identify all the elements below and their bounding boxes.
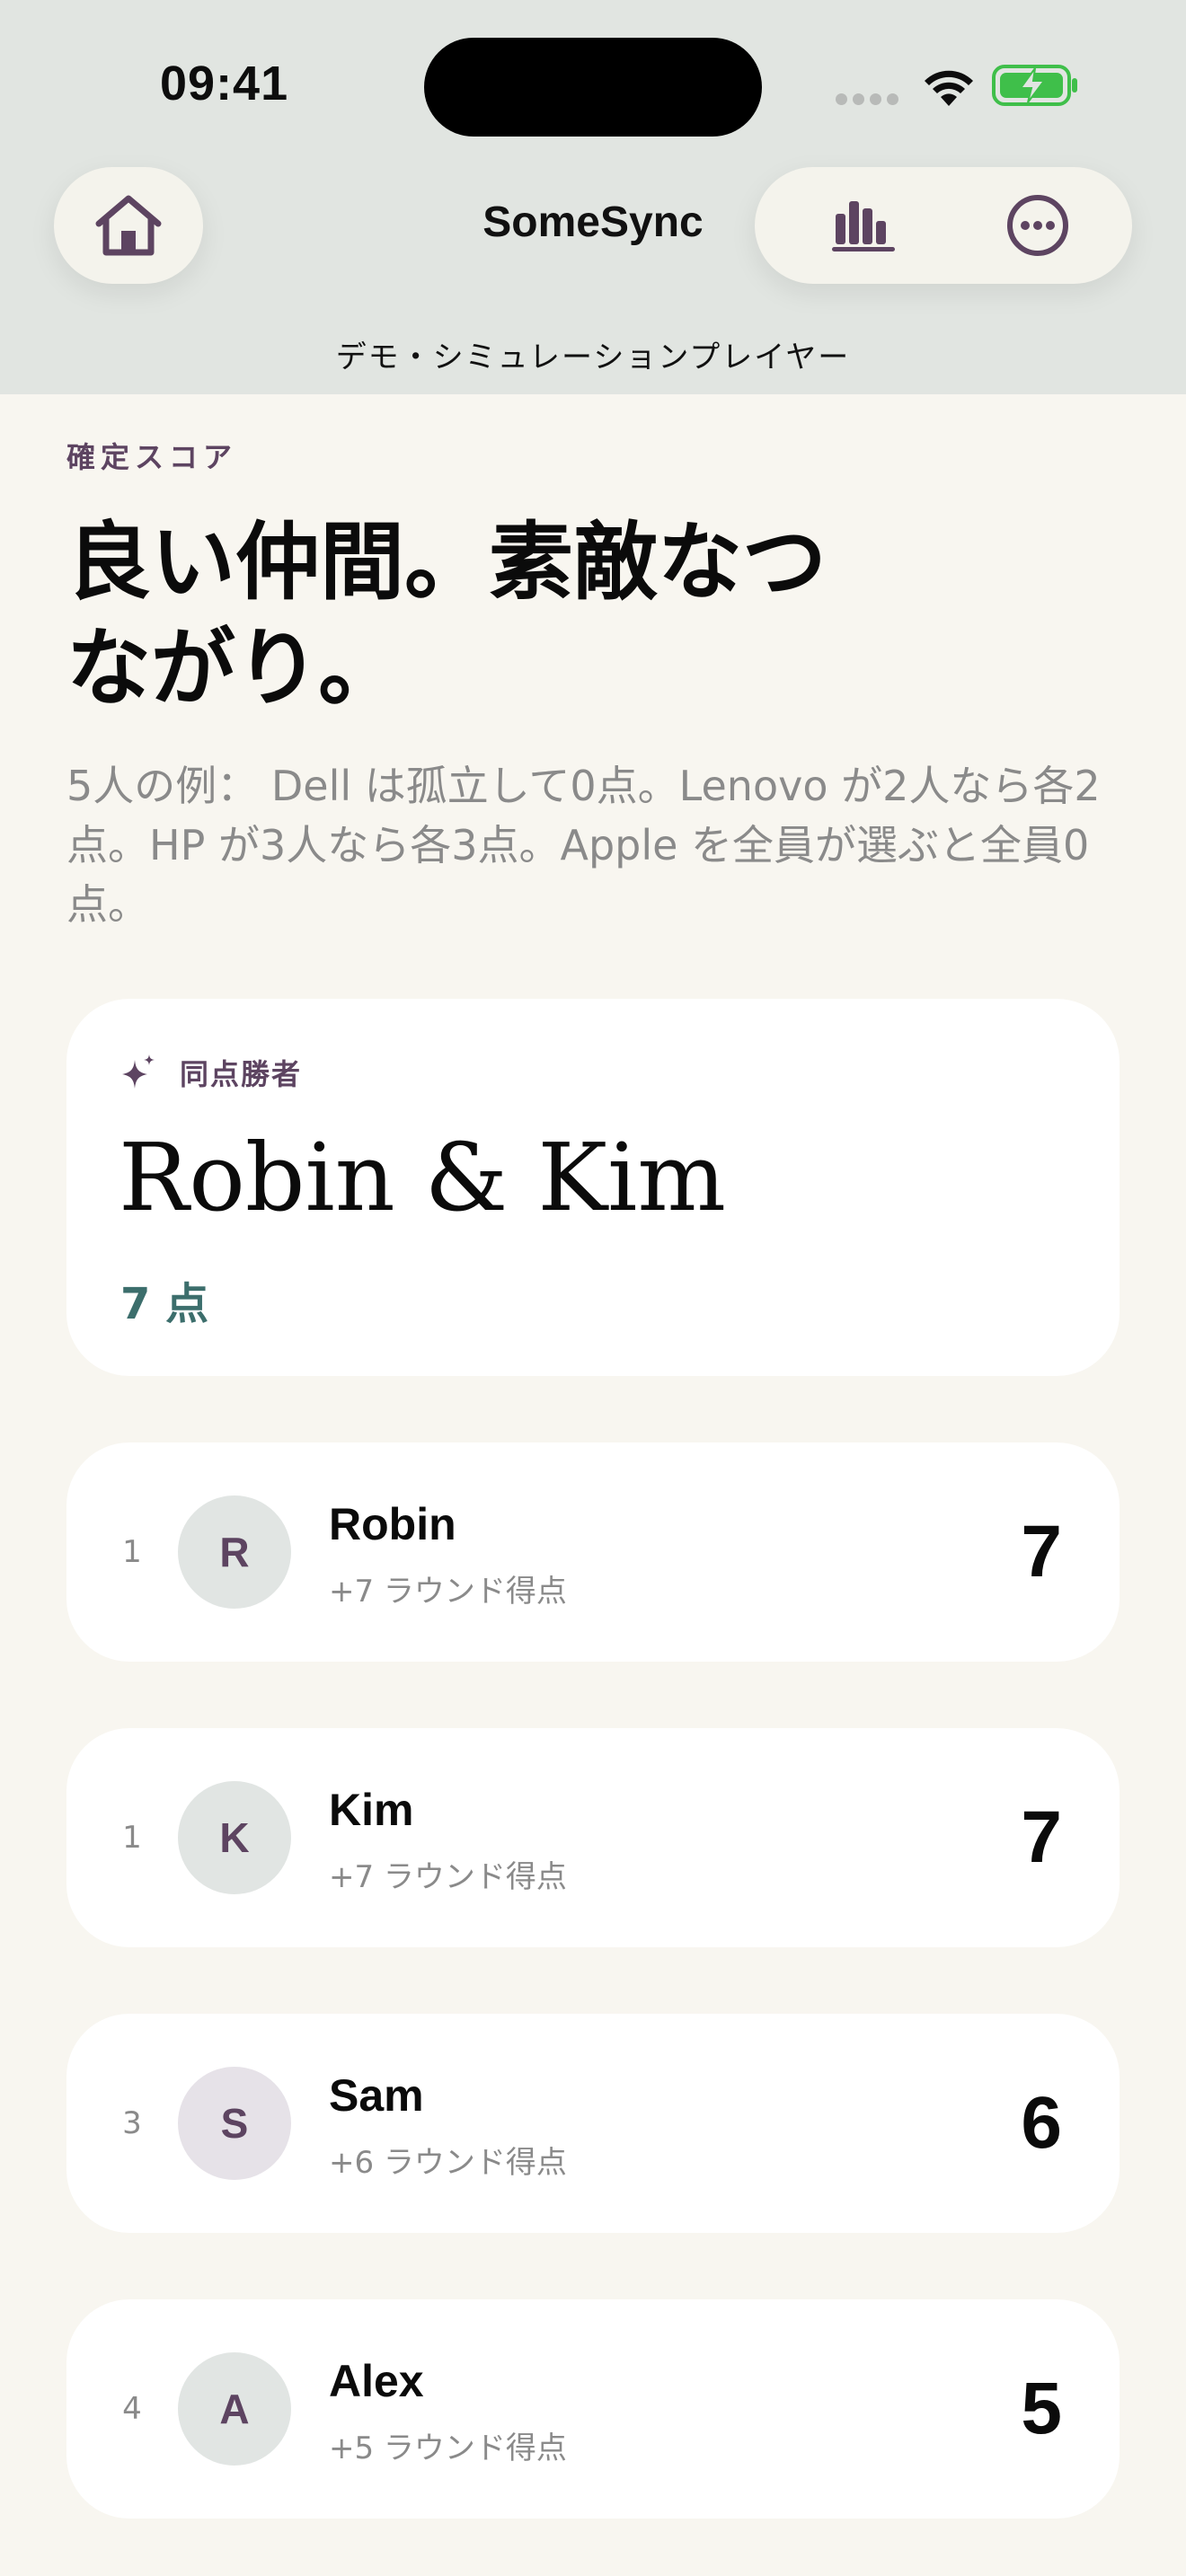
- wifi-icon: [925, 70, 973, 106]
- bar-chart-icon: [832, 201, 895, 251]
- status-time: 09:41: [160, 57, 289, 110]
- page-headline: 良い仲間。素敵なつながり。: [66, 514, 828, 718]
- standing-row[interactable]: 3 S Sam +6 ラウンド得点 6: [66, 2014, 1120, 2233]
- home-icon: [95, 195, 162, 256]
- total-score: 7: [1021, 1796, 1062, 1878]
- player-name: Sam: [329, 2070, 424, 2121]
- header: 09:41 SomeSync デモ・シミュレーションプレイヤー: [0, 0, 1186, 394]
- winner-names: Robin & Kim: [119, 1123, 726, 1232]
- avatar: S: [178, 2067, 291, 2180]
- avatar: K: [178, 1781, 291, 1894]
- section-eyebrow: 確定スコア: [66, 440, 238, 474]
- battery-charging-icon: [992, 65, 1077, 106]
- avatar: A: [178, 2352, 291, 2466]
- stats-button[interactable]: [796, 185, 931, 266]
- rank: 4: [122, 2391, 142, 2427]
- total-score: 5: [1021, 2368, 1062, 2449]
- total-score: 6: [1021, 2082, 1062, 2164]
- round-points: +7 ラウンド得点: [329, 1859, 567, 1895]
- round-points: +7 ラウンド得点: [329, 1574, 567, 1610]
- header-actions: [755, 167, 1132, 284]
- winner-label-row: 同点勝者: [120, 1051, 302, 1094]
- player-name: Alex: [329, 2356, 424, 2406]
- app-title: SomeSync: [482, 198, 704, 246]
- player-name: Kim: [329, 1785, 414, 1835]
- total-score: 7: [1021, 1511, 1062, 1592]
- home-button[interactable]: [54, 167, 203, 284]
- standing-row[interactable]: 1 R Robin +7 ラウンド得点 7: [66, 1442, 1120, 1662]
- sparkle-icon: [122, 1054, 155, 1089]
- round-points: +6 ラウンド得点: [329, 2145, 567, 2181]
- winner-points: 7 点: [120, 1279, 209, 1329]
- scoring-description: 5人の例： Dell は孤立して0点。Lenovo が2人なら各2点。HP が3…: [66, 762, 1101, 929]
- cellular-signal-icon: [836, 93, 900, 108]
- standing-row[interactable]: 4 A Alex +5 ラウンド得点 5: [66, 2299, 1120, 2519]
- rank: 1: [122, 1820, 142, 1856]
- rank: 3: [122, 2105, 142, 2141]
- more-ellipsis-icon: [1007, 195, 1068, 256]
- winner-card: 同点勝者 Robin & Kim 7 点: [66, 999, 1120, 1376]
- player-name: Robin: [329, 1499, 456, 1549]
- more-button[interactable]: [970, 185, 1105, 266]
- header-subtitle: デモ・シミュレーションプレイヤー: [335, 340, 851, 375]
- screen: 09:41 SomeSync デモ・シミュレーションプレイヤー 確定スコア 良い…: [0, 0, 1186, 2576]
- rank: 1: [122, 1534, 142, 1570]
- dynamic-island: [424, 38, 762, 137]
- winner-label: 同点勝者: [180, 1057, 303, 1091]
- avatar: R: [178, 1495, 291, 1609]
- standing-row[interactable]: 1 K Kim +7 ラウンド得点 7: [66, 1728, 1120, 1947]
- round-points: +5 ラウンド得点: [329, 2430, 567, 2466]
